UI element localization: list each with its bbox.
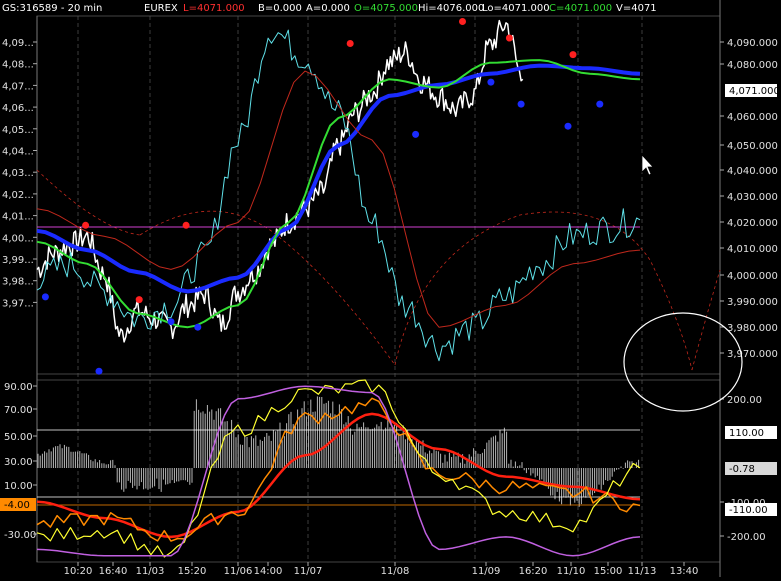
- upper-left-tick-label: 4,06...: [2, 103, 34, 114]
- osc-purple-line: [36, 385, 641, 557]
- x-tick-label: 11/06: [224, 566, 253, 577]
- upper-right-tick-label: 4,080.000: [727, 60, 778, 71]
- upper-left-tick-label: 4,07...: [2, 81, 34, 92]
- x-tick-label: 14:00: [254, 566, 283, 577]
- upper-right-tick-label: 3,980.000: [727, 323, 778, 334]
- upper-left-tick-label: 3,97...: [2, 298, 34, 309]
- header-bar: GS:316589 - 20 min EUREX L=4071.000 B=0.…: [2, 3, 657, 14]
- x-tick-label: 10:20: [64, 566, 93, 577]
- swing-high-dot: [135, 296, 143, 304]
- header-close: C=4071.000: [549, 3, 612, 14]
- lower-right-axis: 200.00110.00-0.78-100.00-110.00-200.00: [720, 395, 777, 543]
- header-ask: A=0.000: [306, 3, 350, 14]
- price-line: [36, 19, 524, 343]
- swing-low-dot: [517, 100, 525, 108]
- cycle-arcs: [36, 169, 721, 371]
- header-open: O=4075.000: [354, 3, 418, 14]
- upper-right-tick-label: 4,040.000: [727, 166, 778, 177]
- header-lo: Lo=4071.000: [482, 3, 550, 14]
- x-tick-label: 11/13: [628, 566, 657, 577]
- swing-low-dot: [564, 122, 572, 130]
- upper-right-tick-label: 4,060.000: [727, 112, 778, 123]
- lower-left-tick-label: 50.00: [4, 432, 33, 443]
- x-tick-label: 15:20: [178, 566, 207, 577]
- swing-low-dot: [412, 130, 420, 138]
- lower-left-axis: 90.00 70.00 50.00 30.00 10.00 -4.00 -30.00: [0, 382, 37, 541]
- chart-canvas[interactable]: GS:316589 - 20 min EUREX L=4071.000 B=0.…: [0, 0, 781, 577]
- chart-window: GS:316589 - 20 min EUREX L=4071.000 B=0.…: [0, 0, 781, 577]
- x-tick-label: 16:20: [519, 566, 548, 577]
- x-tick-label: 11/09: [472, 566, 501, 577]
- header-symbol: GS:316589 - 20 min: [2, 3, 102, 14]
- header-high: Hi=4076.000: [418, 3, 484, 14]
- upper-left-tick-label: 4,09...: [2, 38, 34, 49]
- upper-left-tick-label: 3,99...: [2, 255, 34, 266]
- lower-right-tick-label: -200.00: [727, 532, 766, 543]
- lower-left-tick-label: 30.00: [4, 457, 33, 468]
- swing-low-dot: [194, 323, 202, 331]
- upper-right-tick-label: 4,000.000: [727, 271, 778, 282]
- swing-low-dot: [487, 78, 495, 86]
- upper-left-tick-label: 4,02...: [2, 190, 34, 201]
- x-tick-label: 11/07: [294, 566, 323, 577]
- x-tick-label: 16:40: [99, 566, 128, 577]
- lower-series-group: [36, 379, 641, 558]
- x-tick-label: 11/08: [381, 566, 410, 577]
- swing-low-dot: [95, 367, 103, 375]
- upper-left-tick-label: 4,08...: [2, 60, 34, 71]
- lower-left-tick-label: 70.00: [4, 405, 33, 416]
- swing-high-dot: [459, 18, 466, 25]
- lower-left-tick-label: -30.00: [4, 530, 36, 541]
- upper-right-tick-label: 4,090.000: [727, 38, 778, 49]
- upper-left-tick-label: 4,03...: [2, 168, 34, 179]
- header-low: L=4071.000: [183, 3, 245, 14]
- oscillator-histogram: [37, 396, 640, 507]
- x-tick-label: 11/10: [557, 566, 586, 577]
- slow-ma-line: [36, 63, 641, 294]
- header-exchange: EUREX: [144, 3, 178, 14]
- upper-left-tick-label: 4,05...: [2, 125, 34, 136]
- lower-right-tick-label: -0.78: [729, 464, 755, 475]
- header-bid: B=0.000: [258, 3, 302, 14]
- lower-right-tick-label: -110.00: [729, 505, 768, 516]
- upper-left-axis: 4,09... 4,08... 4,07... 4,06... 4,05... 4,04.…: [2, 38, 37, 309]
- swing-low-dot: [167, 318, 175, 326]
- lower-left-tick-label: 10.00: [4, 481, 33, 492]
- swing-high-dot: [182, 221, 190, 229]
- mouse-cursor-icon: [641, 154, 654, 176]
- last-price-label: 4,071.000: [729, 86, 780, 97]
- upper-right-tick-label: 3,990.000: [727, 297, 778, 308]
- swing-low-dot: [596, 100, 604, 108]
- osc-yellow-line: [36, 379, 641, 558]
- lower-left-tick-label: -4.00: [4, 500, 30, 511]
- upper-series-group: [36, 19, 641, 362]
- swing-high-dot: [82, 221, 90, 229]
- x-tick-label: 11/03: [136, 566, 165, 577]
- swing-low-dot: [41, 293, 49, 301]
- upper-left-tick-label: 4,04...: [2, 147, 34, 158]
- upper-left-tick-label: 4,01...: [2, 212, 34, 223]
- x-axis: 10:20 16:40 11/03 15:20 11/06 14:00 11/07 11/08…: [64, 562, 699, 577]
- header-volume: V=4071: [616, 3, 657, 14]
- upper-left-tick-label: 4,00...: [2, 233, 34, 244]
- upper-right-tick-label: 4,030.000: [727, 192, 778, 203]
- lower-right-tick-label: 110.00: [729, 428, 764, 439]
- x-tick-label: 15:00: [594, 566, 623, 577]
- upper-right-tick-label: 4,010.000: [727, 244, 778, 255]
- swing-high-dot: [505, 34, 513, 42]
- lower-right-tick-label: 200.00: [727, 395, 762, 406]
- upper-left-tick-label: 3,98...: [2, 277, 34, 288]
- red-ma-line: [36, 70, 641, 328]
- cyan-indicator-line: [36, 29, 641, 362]
- swing-high-dot: [346, 40, 354, 47]
- swing-high-dot: [569, 51, 577, 59]
- upper-right-tick-label: 4,050.000: [727, 141, 778, 152]
- upper-right-tick-label: 3,970.000: [727, 349, 778, 360]
- x-tick-label: 13:40: [670, 566, 699, 577]
- lower-left-tick-label: 90.00: [4, 382, 33, 393]
- upper-right-tick-label: 4,020.000: [727, 218, 778, 229]
